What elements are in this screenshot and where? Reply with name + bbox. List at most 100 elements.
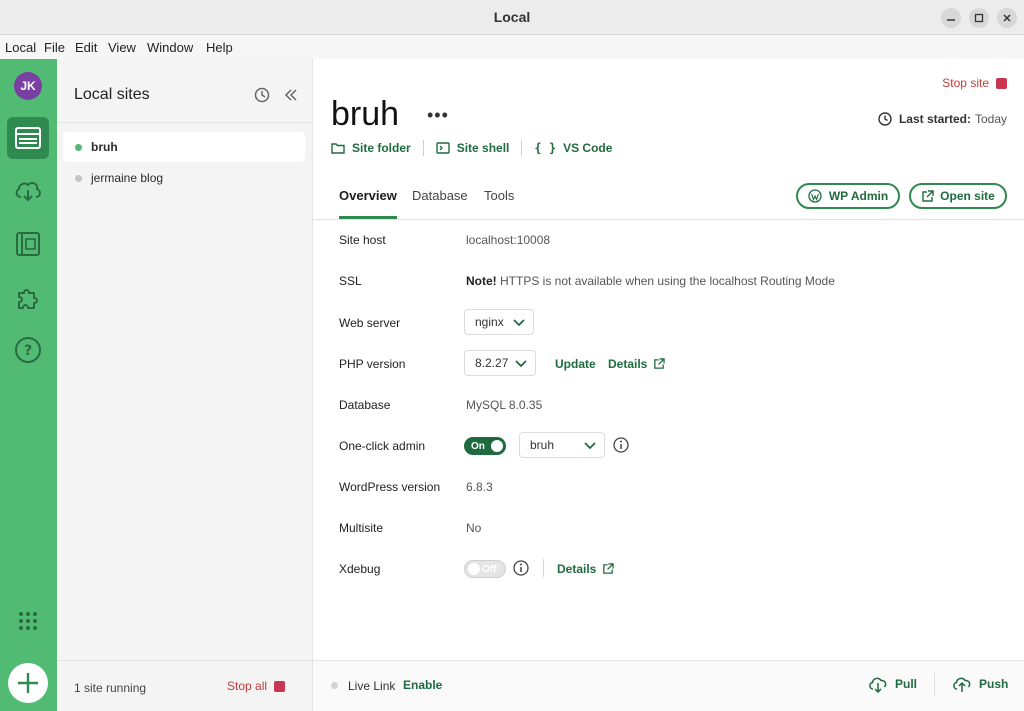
minimize-button[interactable] [941,8,961,28]
avatar[interactable]: JK [14,72,42,100]
sites-panel-footer: 1 site running Stop all [57,660,312,711]
site-shell-link[interactable]: Site shell [435,141,510,155]
tab-overview[interactable]: Overview [339,188,397,219]
chevron-down-icon [584,442,596,450]
last-started-label: Last started: [898,112,971,126]
external-link-icon [654,358,666,369]
live-link-label: Live Link [348,679,396,693]
running-status-dot [75,143,82,151]
toggle-knob [491,440,503,452]
folder-icon [331,143,345,154]
maximize-button[interactable] [969,8,989,28]
divider [543,559,544,577]
menu-help[interactable]: Help [206,40,233,55]
pull-button[interactable]: Pull [868,675,917,693]
pull-label: Pull [895,677,918,691]
ssl-label: SSL [339,274,362,288]
help-icon: ? [15,337,41,363]
menu-view[interactable]: View [108,40,136,55]
open-site-button[interactable]: Open site [909,183,1007,209]
xdebug-details-label: Details [557,562,597,576]
close-button[interactable] [997,8,1017,28]
push-label: Push [979,677,1009,691]
stop-all-button[interactable]: Stop all [227,679,286,693]
php-update-link[interactable]: Update [555,357,596,371]
last-started-value: Today [974,112,1007,126]
info-icon[interactable] [513,560,529,576]
stopped-status-dot [75,174,82,182]
divider [934,673,935,697]
page-title: bruh [331,95,400,133]
wp-admin-label: WP Admin [828,189,889,203]
tab-tools[interactable]: Tools [484,188,514,216]
multisite-value: No [466,521,482,535]
left-nav: JK ? [0,59,57,711]
site-item-label: jermaine blog [91,171,164,185]
web-server-select[interactable]: nginx [464,309,534,335]
chevron-down-icon [515,360,527,368]
tab-database[interactable]: Database [412,188,468,216]
cloud-upload-icon [953,677,971,692]
maximize-icon [974,13,984,23]
wordpress-version-label: WordPress version [339,480,441,494]
one-click-admin-label: One-click admin [339,439,426,453]
site-shell-label: Site shell [456,141,510,155]
svg-text:?: ? [24,343,32,359]
close-icon [1003,14,1011,22]
divider [521,140,523,156]
divider [57,122,312,123]
wordpress-icon [808,189,822,203]
php-version-select[interactable]: 8.2.27 [464,350,536,376]
collapse-panel-icon[interactable] [283,87,299,103]
external-link-icon [603,563,615,574]
main-footer: Live Link Enable Pull Push [313,660,1024,711]
cloud-icon [15,181,41,202]
site-item-bruh[interactable]: bruh [63,132,305,162]
toggle-label: On [471,440,485,452]
menu-window[interactable]: Window [147,40,193,55]
ssl-note-text: HTTPS is not available when using the lo… [500,274,835,288]
vscode-link[interactable]: { } VS Code [534,141,612,155]
xdebug-toggle[interactable]: Off [464,560,506,578]
one-click-admin-user-select[interactable]: bruh [519,432,605,458]
web-server-value: nginx [475,315,504,329]
ssl-note: Note! HTTPS is not available when using … [466,274,835,288]
history-icon[interactable] [254,87,270,103]
info-icon[interactable] [613,437,629,453]
more-options-icon[interactable]: ••• [427,105,449,126]
add-site-button[interactable] [8,663,48,703]
menu-file[interactable]: File [44,40,65,55]
stop-site-label: Stop site [942,76,989,90]
wp-admin-button[interactable]: WP Admin [796,183,900,209]
menu-local[interactable]: Local [5,40,36,55]
site-item-jermaine-blog[interactable]: jermaine blog [63,163,305,193]
minimize-icon [947,19,955,21]
one-click-admin-toggle[interactable]: On [464,437,506,455]
stop-site-button[interactable]: Stop site [942,76,1007,90]
running-count: 1 site running [74,681,147,695]
sites-panel: Local sites bruh jermaine blog 1 site ru… [57,59,313,711]
nav-local-sites[interactable] [7,117,49,159]
nav-help[interactable]: ? [7,329,49,371]
site-folder-link[interactable]: Site folder [331,141,411,155]
nav-apps[interactable] [7,600,49,642]
blueprints-icon [16,232,40,256]
push-button[interactable]: Push [952,675,1008,693]
xdebug-details-link[interactable]: Details [557,562,615,576]
nav-blueprints[interactable] [7,223,49,265]
nav-cloud[interactable] [7,170,49,212]
php-details-link[interactable]: Details [608,357,666,371]
ssl-note-bold: Note! [466,274,497,288]
addons-icon [18,289,38,309]
sites-panel-title: Local sites [74,86,150,103]
cloud-download-icon [869,677,887,693]
menu-bar: Local File Edit View Window Help [0,35,1024,59]
nav-addons[interactable] [7,276,49,318]
title-bar: Local [0,0,1024,35]
sites-icon [15,127,41,149]
menu-edit[interactable]: Edit [75,40,97,55]
toggle-knob [468,563,480,575]
live-link-enable-button[interactable]: Enable [403,678,442,692]
wordpress-version-value: 6.8.3 [466,480,493,494]
toggle-label: Off [482,563,497,575]
